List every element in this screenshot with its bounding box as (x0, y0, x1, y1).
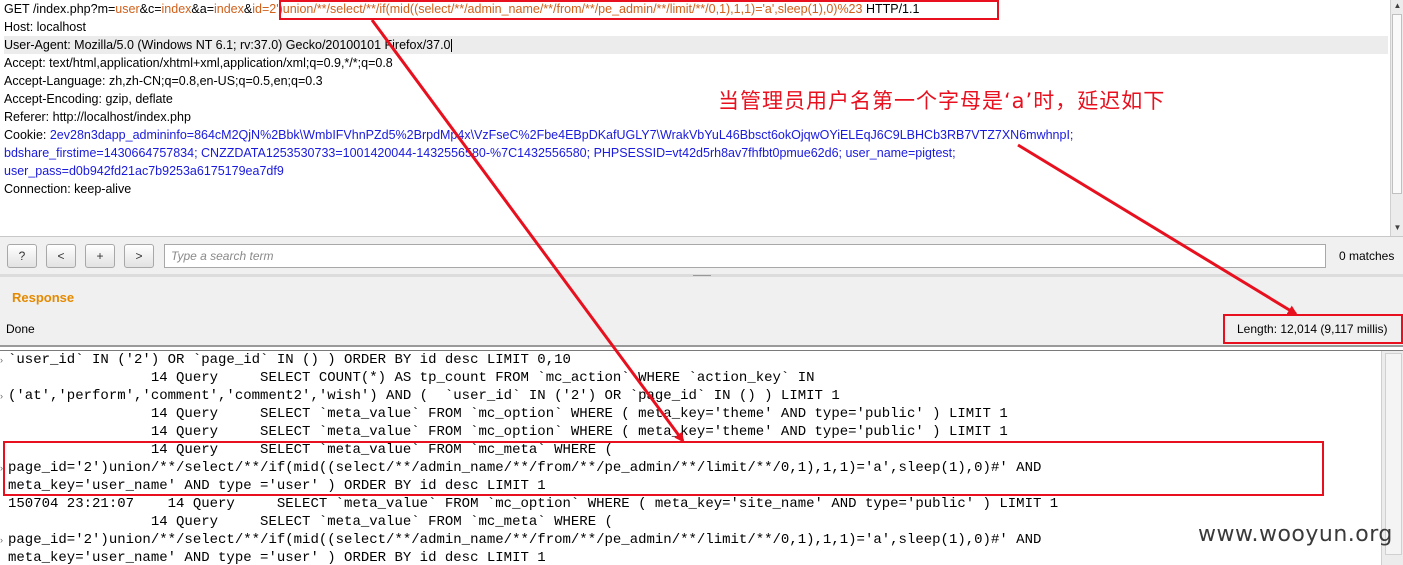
annotation-text: 当管理员用户名第一个字母是‘a’时，延迟如下 (718, 89, 1166, 113)
cookie-value-1: 2ev28n3dapp_admininfo=864cM2QjN%2Bbk\Wmb… (49, 128, 1074, 142)
log-line: 14 Query SELECT COUNT(*) AS tp_count FRO… (8, 370, 815, 386)
cookie-value-3[interactable]: user_pass=d0b942fd21ac7b9253a6175179ea7d… (4, 162, 284, 180)
help-button[interactable]: ? (7, 244, 37, 268)
param-separator: & (243, 2, 253, 16)
payload-highlight-box (279, 0, 999, 20)
previous-match-button[interactable]: < (46, 244, 76, 268)
param-key-c: &c= (139, 2, 162, 16)
header-referer[interactable]: Referer: http://localhost/index.php (4, 108, 191, 126)
text-cursor (450, 39, 452, 53)
scroll-up-arrow-icon[interactable]: ▲ (1391, 0, 1403, 12)
burp-repeater-window: GET /index.php?m=user&c=index&a=index&id… (0, 0, 1403, 347)
log-line: 14 Query SELECT `meta_value` FROM `mc_me… (8, 514, 613, 530)
log-highlight-box (3, 441, 1324, 496)
search-bar: ? < + > 0 matches (0, 236, 1403, 275)
add-button[interactable]: + (85, 244, 115, 268)
scroll-down-arrow-icon[interactable]: ▼ (1391, 222, 1403, 234)
cookie-label: Cookie: (4, 128, 50, 142)
scrollbar-thumb[interactable] (1392, 14, 1402, 194)
search-input[interactable] (164, 244, 1326, 268)
divider-grip-icon[interactable] (693, 275, 711, 276)
request-method-path: GET /index.php?m= (4, 2, 116, 16)
param-value-a: index (214, 2, 244, 16)
next-match-button[interactable]: > (124, 244, 154, 268)
log-line: 150704 23:21:07 14 Query SELECT `meta_va… (8, 496, 1059, 512)
watermark: www.wooyun.org (1198, 522, 1393, 547)
param-value-m: user (115, 2, 140, 16)
header-host[interactable]: Host: localhost (4, 18, 86, 36)
header-accept-encoding[interactable]: Accept-Encoding: gzip, deflate (4, 90, 173, 108)
match-count: 0 matches (1339, 249, 1395, 263)
log-line: 14 Query SELECT `meta_value` FROM `mc_op… (8, 406, 1008, 422)
length-highlight-box (1223, 314, 1403, 344)
request-scrollbar[interactable]: ▲ ▼ (1390, 0, 1403, 236)
log-line: page_id='2')union/**/select/**/if(mid((s… (8, 532, 1042, 548)
param-value-c: index (161, 2, 192, 16)
log-line: 14 Query SELECT `meta_value` FROM `mc_op… (8, 424, 1008, 440)
param-key-a: &a= (191, 2, 214, 16)
cookie-value-2[interactable]: bdshare_firstime=1430664757834; CNZZDATA… (4, 144, 956, 162)
user-agent-text: User-Agent: Mozilla/5.0 (Windows NT 6.1;… (4, 38, 451, 52)
request-editor[interactable]: GET /index.php?m=user&c=index&a=index&id… (0, 0, 1388, 236)
header-accept[interactable]: Accept: text/html,application/xhtml+xml,… (4, 54, 393, 72)
header-connection[interactable]: Connection: keep-alive (4, 180, 131, 198)
log-line: `user_id` IN ('2') OR `page_id` IN () ) … (8, 352, 571, 368)
header-accept-language[interactable]: Accept-Language: zh,zh-CN;q=0.8,en-US;q=… (4, 72, 323, 90)
response-title[interactable]: Response (12, 290, 74, 305)
log-line: ('at','perform','comment','comment2','wi… (8, 388, 840, 404)
header-cookie[interactable]: Cookie: 2ev28n3dapp_admininfo=864cM2QjN%… (4, 126, 1073, 144)
status-text: Done (6, 322, 35, 336)
response-panel: Response Done Length: 12,014 (9,117 mill… (0, 277, 1403, 347)
log-line: meta_key='user_name' AND type ='user' ) … (8, 550, 546, 565)
header-user-agent[interactable]: User-Agent: Mozilla/5.0 (Windows NT 6.1;… (4, 36, 1388, 54)
